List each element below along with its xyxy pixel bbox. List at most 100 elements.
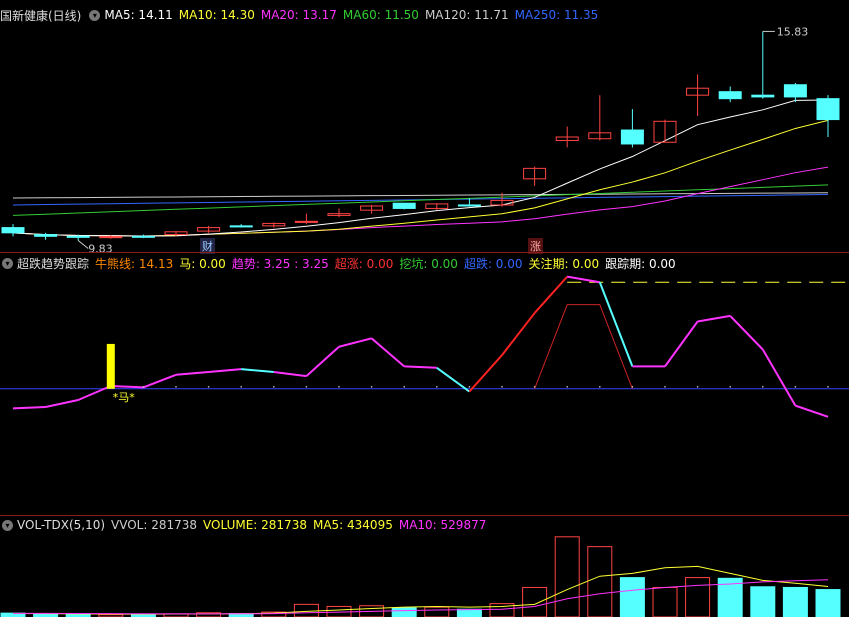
indicator-header: ▾ 超跌趋势跟踪 牛熊线: 14.13 马: 0.00 趋势: 3.25 : 3.2… bbox=[0, 254, 688, 272]
volume-bar bbox=[587, 546, 613, 617]
zero-dot bbox=[142, 385, 145, 388]
indicator-legend-item: 关注期: 0.00 bbox=[528, 256, 600, 271]
zero-dot bbox=[631, 385, 634, 388]
trend-segment bbox=[175, 370, 209, 376]
volume-chart[interactable] bbox=[0, 534, 849, 617]
price-panel[interactable]: 国新健康(日线) ▾ MA5: 14.11 MA10: 14.30 MA20: 13… bbox=[0, 0, 849, 254]
zero-dot bbox=[338, 385, 340, 388]
chevron-down-icon[interactable]: ▾ bbox=[2, 257, 13, 269]
ma-legend-item: MA10: 14.30 bbox=[178, 8, 255, 22]
volume-bar bbox=[619, 577, 645, 617]
indicator-legend: 牛熊线: 14.13 马: 0.00 趋势: 3.25 : 3.25 超涨: 0.00… bbox=[95, 255, 682, 272]
zero-dot bbox=[403, 385, 406, 388]
ma-legend: MA5: 14.11 MA10: 14.30 MA20: 13.17 MA60: 11… bbox=[104, 8, 604, 22]
zero-dot bbox=[696, 385, 699, 388]
horse-signal-bar bbox=[106, 343, 115, 389]
candle-body bbox=[457, 204, 481, 207]
indicator-legend-item: 超涨: 0.00 bbox=[334, 256, 394, 271]
indicator-legend-item: 马: 0.00 bbox=[179, 256, 226, 271]
trend-segment bbox=[273, 370, 307, 378]
candle-body bbox=[816, 98, 840, 121]
zero-dot bbox=[827, 385, 829, 388]
candle-body bbox=[1, 227, 25, 234]
zero-dot bbox=[533, 385, 536, 388]
volume-panel[interactable]: ▾ VOL-TDX(5,10) VVOL: 281738 VOLUME: 2817… bbox=[0, 516, 849, 617]
trend-segment bbox=[45, 399, 79, 409]
candle-body bbox=[66, 235, 90, 238]
volume-bar bbox=[685, 577, 711, 617]
volume-bar bbox=[815, 589, 841, 617]
zero-dot bbox=[273, 385, 275, 388]
indicator-legend-item: 超跌: 0.00 bbox=[463, 256, 523, 271]
volume-bar bbox=[424, 606, 450, 617]
trend-segment bbox=[241, 368, 274, 373]
zero-dot bbox=[566, 385, 568, 388]
zero-dot bbox=[729, 385, 731, 388]
ma-legend-item: MA20: 13.17 bbox=[260, 8, 337, 22]
volume-bar bbox=[652, 586, 678, 617]
zero-dot bbox=[370, 385, 373, 388]
trend-chart[interactable]: *马* bbox=[0, 271, 849, 515]
trend-segment bbox=[664, 320, 699, 367]
ma-legend-item: MA120: 11.71 bbox=[424, 8, 509, 22]
volume-bar bbox=[456, 608, 482, 617]
volume-legend: VVOL: 281738 VOLUME: 281738 MA5: 434095 MA1… bbox=[111, 518, 492, 532]
ma120-line bbox=[12, 192, 829, 199]
volume-bar bbox=[782, 586, 808, 617]
volume-legend-item: MA10: 529877 bbox=[398, 518, 487, 532]
volume-title: VOL-TDX(5,10) bbox=[17, 518, 106, 532]
ma-legend-item: MA60: 11.50 bbox=[342, 8, 419, 22]
zero-dot bbox=[175, 385, 177, 388]
zero-dot bbox=[664, 385, 666, 388]
trend-segment bbox=[77, 385, 112, 401]
indicator-legend-item: 跟踪期: 0.00 bbox=[605, 256, 676, 271]
ma20-line bbox=[12, 166, 829, 237]
trend-segment bbox=[729, 315, 764, 351]
trend-segment bbox=[533, 275, 568, 314]
ma10-line bbox=[12, 119, 829, 237]
candle-body bbox=[99, 236, 123, 239]
indicator-legend-item: 趋势: 3.25 : 3.25 bbox=[231, 256, 329, 271]
indicator-panel[interactable]: ▾ 超跌趋势跟踪 牛熊线: 14.13 马: 0.00 趋势: 3.25 : 3.2… bbox=[0, 253, 849, 515]
trend-segment bbox=[370, 337, 405, 368]
volume-header: ▾ VOL-TDX(5,10) VVOL: 281738 VOLUME: 2817… bbox=[0, 516, 498, 534]
chevron-down-icon[interactable]: ▾ bbox=[2, 519, 13, 531]
trend-segment bbox=[598, 281, 634, 367]
surge-outline bbox=[534, 304, 633, 389]
zero-dot bbox=[305, 385, 308, 388]
zero-dot bbox=[794, 385, 797, 388]
horse-label: *马* bbox=[113, 391, 135, 404]
candle-body bbox=[131, 235, 155, 238]
trend-segment bbox=[305, 345, 340, 377]
zero-dot bbox=[240, 385, 242, 388]
candle-body bbox=[392, 202, 416, 209]
low-pointer bbox=[77, 240, 89, 249]
zero-dot bbox=[599, 385, 601, 388]
trend-segment bbox=[501, 312, 536, 356]
indicator-title: 超跌趋势跟踪 bbox=[17, 256, 90, 271]
volume-legend-item: VOLUME: 281738 bbox=[203, 518, 307, 532]
volume-bar bbox=[391, 607, 417, 617]
volume-bar bbox=[750, 586, 776, 617]
trend-segment bbox=[468, 354, 503, 393]
ma-legend-item: MA250: 11.35 bbox=[514, 8, 599, 22]
indicator-legend-item: 挖坑: 0.00 bbox=[399, 256, 458, 271]
trend-segment bbox=[208, 368, 242, 373]
trend-segment bbox=[338, 337, 372, 348]
zero-dot bbox=[501, 385, 503, 388]
ma5-line bbox=[12, 99, 829, 237]
ma60-line bbox=[12, 184, 829, 216]
stock-title: 国新健康(日线) bbox=[0, 8, 82, 23]
vol-ma5-line bbox=[12, 565, 829, 615]
trend-segment bbox=[761, 349, 797, 407]
candlestick-chart[interactable]: 15.83 9.83 bbox=[0, 22, 849, 252]
zero-dot bbox=[207, 385, 210, 388]
chevron-down-icon[interactable]: ▾ bbox=[89, 9, 101, 21]
candle-body bbox=[783, 84, 807, 98]
volume-legend-item: MA5: 434095 bbox=[312, 518, 393, 532]
trend-segment bbox=[567, 275, 600, 284]
candle-body bbox=[34, 234, 58, 237]
volume-legend-item: VVOL: 281738 bbox=[111, 518, 198, 532]
trend-segment bbox=[143, 373, 177, 389]
candle-body bbox=[751, 94, 775, 98]
